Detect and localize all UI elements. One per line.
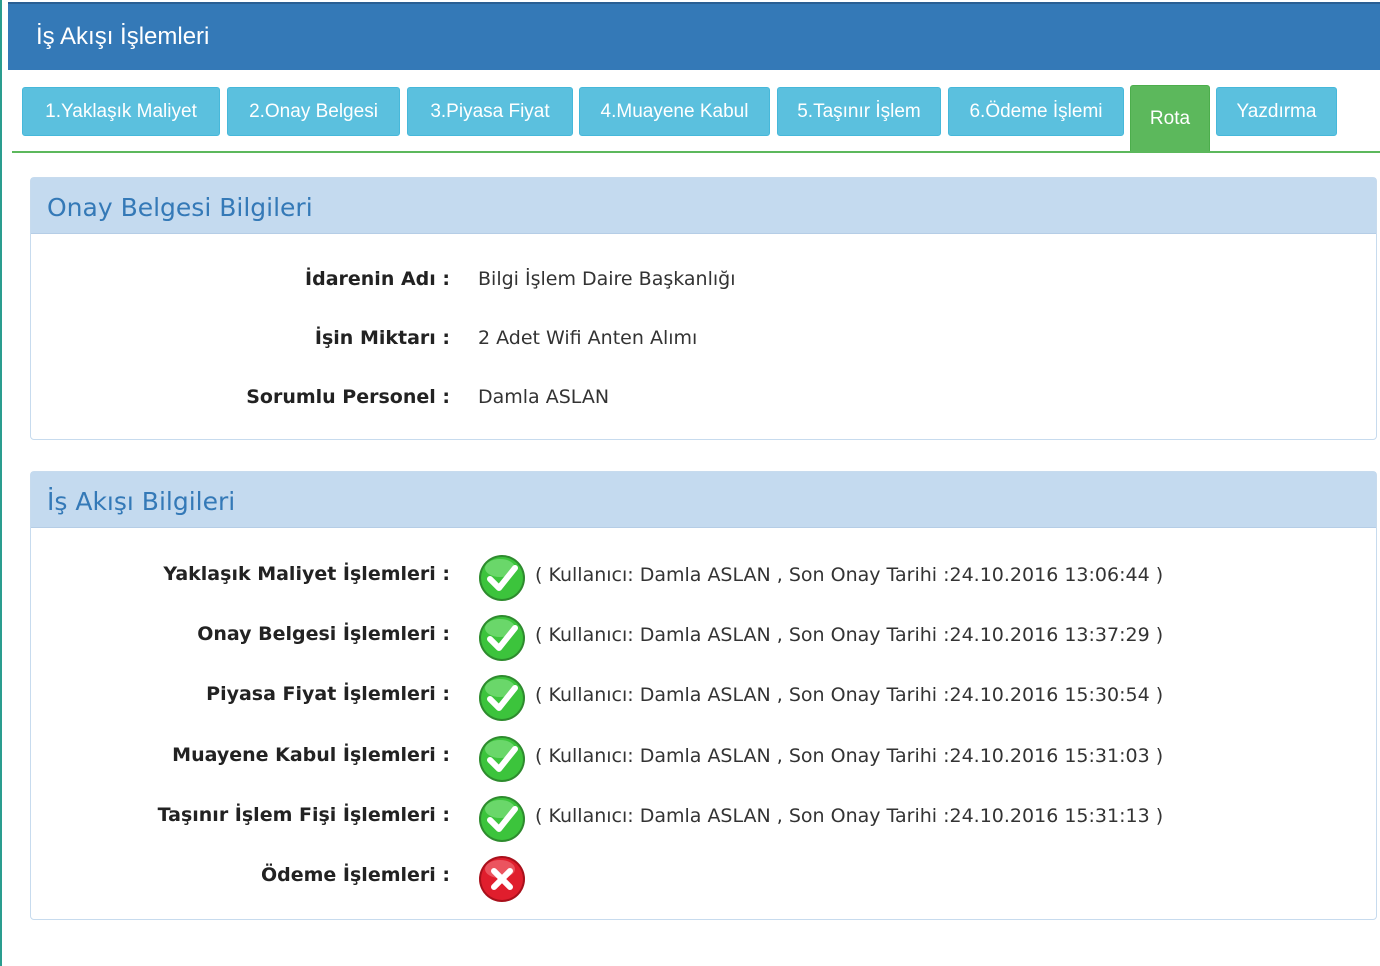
tab-bar: 1.Yaklaşık Maliyet 2.Onay Belgesi 3.Piya… <box>12 70 1380 153</box>
workflow-info-panel: İş Akışı Bilgileri Yaklaşık Maliyet İşle… <box>30 471 1377 920</box>
workflow-step-label: Yaklaşık Maliyet İşlemleri : <box>163 563 450 585</box>
tab-tasinir-islem[interactable]: 5.Taşınır İşlem <box>777 87 941 136</box>
info-row-responsible: Sorumlu Personel : Damla ASLAN <box>31 381 1376 413</box>
page-frame: İş Akışı İşlemleri 1.Yaklaşık Maliyet 2.… <box>0 0 1380 966</box>
workflow-step-info: ( Kullanıcı: Damla ASLAN , Son Onay Tari… <box>535 684 1164 706</box>
tab-muayene-kabul[interactable]: 4.Muayene Kabul <box>579 87 770 136</box>
workflow-step-label: Ödeme İşlemleri : <box>260 864 450 886</box>
institution-value: Bilgi İşlem Daire Başkanlığı <box>478 268 736 290</box>
check-circle-icon <box>479 675 525 721</box>
tab-rota[interactable]: Rota <box>1130 85 1210 153</box>
check-circle-icon <box>479 555 525 601</box>
quantity-value: 2 Adet Wifi Anten Alımı <box>478 327 698 349</box>
workflow-row: Muayene Kabul İşlemleri : ( Kullanıcı: D… <box>31 736 1376 782</box>
tab-onay-belgesi[interactable]: 2.Onay Belgesi <box>227 87 400 136</box>
institution-label: İdarenin Adı : <box>305 268 450 290</box>
info-row-institution: İdarenin Adı : Bilgi İşlem Daire Başkanl… <box>31 263 1376 295</box>
workflow-step-label: Taşınır İşlem Fişi İşlemleri : <box>157 804 450 826</box>
check-circle-icon <box>479 736 525 782</box>
tab-odeme-islemi[interactable]: 6.Ödeme İşlemi <box>948 87 1124 136</box>
workflow-row: Onay Belgesi İşlemleri : ( Kullanıcı: Da… <box>31 615 1376 661</box>
approval-info-panel: Onay Belgesi Bilgileri İdarenin Adı : Bi… <box>30 177 1377 440</box>
check-circle-icon <box>479 615 525 661</box>
cross-circle-icon <box>479 856 525 902</box>
page-header: İş Akışı İşlemleri <box>8 2 1380 70</box>
page-title: İş Akışı İşlemleri <box>36 23 210 50</box>
workflow-panel-title: İş Akışı Bilgileri <box>47 487 236 516</box>
approval-panel-title: Onay Belgesi Bilgileri <box>47 193 313 222</box>
workflow-step-label: Muayene Kabul İşlemleri : <box>172 744 450 766</box>
responsible-label: Sorumlu Personel : <box>246 386 450 408</box>
tab-yaklasik-maliyet[interactable]: 1.Yaklaşık Maliyet <box>22 87 220 136</box>
tab-yazdirma[interactable]: Yazdırma <box>1216 87 1337 136</box>
tab-piyasa-fiyat[interactable]: 3.Piyasa Fiyat <box>407 87 573 136</box>
tab-underline <box>12 151 1380 153</box>
workflow-step-label: Onay Belgesi İşlemleri : <box>197 623 450 645</box>
info-row-quantity: İşin Miktarı : 2 Adet Wifi Anten Alımı <box>31 322 1376 354</box>
responsible-value: Damla ASLAN <box>478 386 610 408</box>
workflow-step-info: ( Kullanıcı: Damla ASLAN , Son Onay Tari… <box>535 745 1164 767</box>
workflow-step-label: Piyasa Fiyat İşlemleri : <box>206 683 450 705</box>
workflow-row: Yaklaşık Maliyet İşlemleri : ( Kullanıcı… <box>31 555 1376 601</box>
workflow-row: Piyasa Fiyat İşlemleri : ( Kullanıcı: Da… <box>31 675 1376 721</box>
approval-panel-header: Onay Belgesi Bilgileri <box>31 178 1376 234</box>
quantity-label: İşin Miktarı : <box>314 327 450 349</box>
workflow-step-info: ( Kullanıcı: Damla ASLAN , Son Onay Tari… <box>535 805 1164 827</box>
workflow-panel-header: İş Akışı Bilgileri <box>31 472 1376 528</box>
workflow-step-info: ( Kullanıcı: Damla ASLAN , Son Onay Tari… <box>535 564 1164 586</box>
workflow-row: Taşınır İşlem Fişi İşlemleri : ( Kullanı… <box>31 796 1376 842</box>
check-circle-icon <box>479 796 525 842</box>
workflow-step-info: ( Kullanıcı: Damla ASLAN , Son Onay Tari… <box>535 624 1164 646</box>
workflow-row: Ödeme İşlemleri : <box>31 856 1376 902</box>
